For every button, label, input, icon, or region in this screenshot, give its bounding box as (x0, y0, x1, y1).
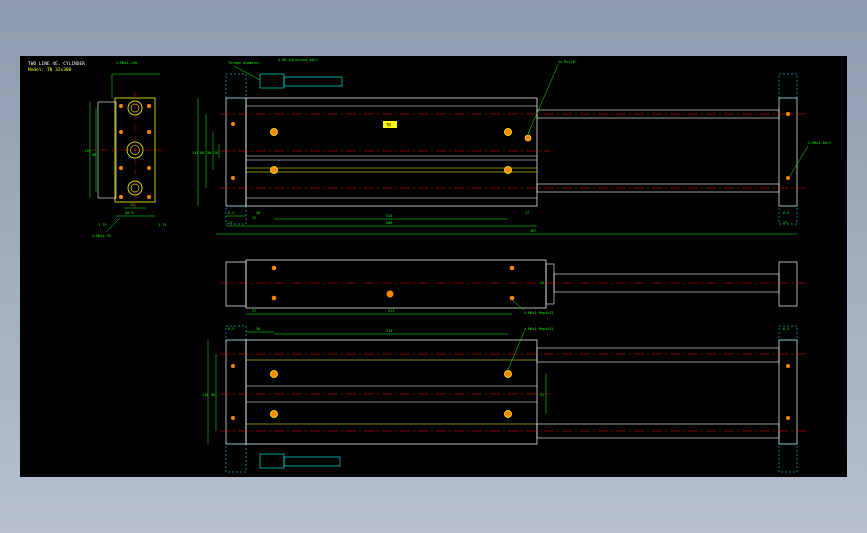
mount-hole (504, 166, 512, 174)
mount-hole (270, 128, 278, 136)
bolt-hole (119, 195, 123, 199)
side-dim-edge-left: 1.75 (98, 223, 106, 227)
top-dim-h1: 147 (192, 151, 198, 155)
top-dim-stroke-inner: 313 (386, 214, 392, 218)
bot-dim-d1: 30 (256, 327, 260, 331)
mid-note: 4-M6x1 Depth12 (524, 311, 554, 315)
top-dim-total: 387 (530, 229, 536, 233)
title-line-1: TWO LINE 4E. CYLINDER (28, 61, 85, 67)
middle-view: 27 313 28 4-M6x1 Depth12 (220, 259, 810, 315)
bolt-hole (147, 195, 151, 199)
svg-text:TN: TN (386, 123, 391, 128)
center-port (386, 290, 394, 298)
top-note-right-2: 2-M6x1 Bolt (808, 141, 831, 145)
top-dim-d5: 17 (525, 211, 529, 215)
bottom-view: 6.5 30 313 6.5 110 98 32 4-M6x1 Depth12 (202, 325, 810, 473)
top-dim-d1: 6.5 (228, 211, 234, 215)
side-note-top: 2-M8x1.25p (116, 61, 137, 65)
top-dim-d7: 27 (783, 221, 787, 225)
side-note-bottom: 4-M8x1.25 (92, 234, 111, 238)
right-end-plate-hidden (778, 73, 798, 99)
top-dim-h2: 80 (200, 151, 204, 155)
side-hole (271, 295, 277, 301)
left-end-plate-hidden (225, 73, 247, 99)
cad-viewport[interactable]: TWO LINE 4E. CYLINDER Model: TN 32x300 2… (20, 56, 847, 477)
bot-dim-h-right: 32 (540, 393, 544, 397)
mid-dim-d1: 27 (252, 309, 256, 313)
bot-dim-h-inner: 98 (211, 393, 215, 397)
side-hole (509, 295, 515, 301)
top-note-left-2: 2-M5 Adjusting bolt (278, 58, 318, 62)
mount-hole (270, 166, 278, 174)
top-dim-h4: 28 (214, 151, 218, 155)
side-view: 2-M8x1.25p 110 98 50.5 24 1.75 1.75 4-M8… (84, 61, 166, 238)
top-dim-d6: 6.5 (783, 211, 789, 215)
top-dim-d4: 12 (252, 216, 256, 220)
adjust-bolt (259, 73, 285, 89)
side-hole (271, 265, 277, 271)
top-note-right-1: 2x Rc1/8" (558, 60, 577, 64)
bolt-hole (119, 130, 123, 134)
mid-dim-d3: 28 (540, 281, 544, 285)
bot-dim-h-total: 110 (202, 393, 208, 397)
side-dim-bottom-1: 50.5 (125, 211, 133, 215)
top-dim-stroke: 300 (386, 221, 392, 225)
top-dim-d2: 27 (228, 221, 232, 225)
top-dim-d3: 20 (256, 211, 260, 215)
top-dim-h3: 50 (207, 151, 211, 155)
bolt-hole (147, 130, 151, 134)
body-side (245, 259, 547, 309)
side-dim-edge-right: 1.75 (158, 223, 166, 227)
bot-note: 4-M6x1 Depth12 (524, 327, 554, 331)
port-hole (524, 134, 532, 142)
side-dim-height: 110 (84, 149, 90, 153)
top-note-left-1: Thread diameter (228, 61, 260, 65)
bolt-hole (119, 104, 123, 108)
body-bottom (245, 339, 538, 445)
cad-drawing: TWO LINE 4E. CYLINDER Model: TN 32x300 2… (28, 58, 831, 473)
side-dim-bottom-2: 24 (130, 203, 134, 207)
bot-dim-span: 313 (386, 329, 392, 333)
bolt-hole (147, 104, 151, 108)
bolt-hole (147, 166, 151, 170)
title-line-2: Model: TN 32x300 (28, 67, 72, 73)
bot-dim-right: 6.5 (783, 327, 789, 331)
side-hole (509, 265, 515, 271)
mid-dim-d2: 313 (388, 309, 394, 313)
top-view: TN 147 80 50 28 6.5 20 12 313 27 300 17 … (192, 58, 831, 235)
mount-hole (504, 128, 512, 136)
side-dim-inner: 98 (92, 153, 96, 157)
bolt-hole (119, 166, 123, 170)
bot-dim-left: 6.5 (228, 327, 234, 331)
